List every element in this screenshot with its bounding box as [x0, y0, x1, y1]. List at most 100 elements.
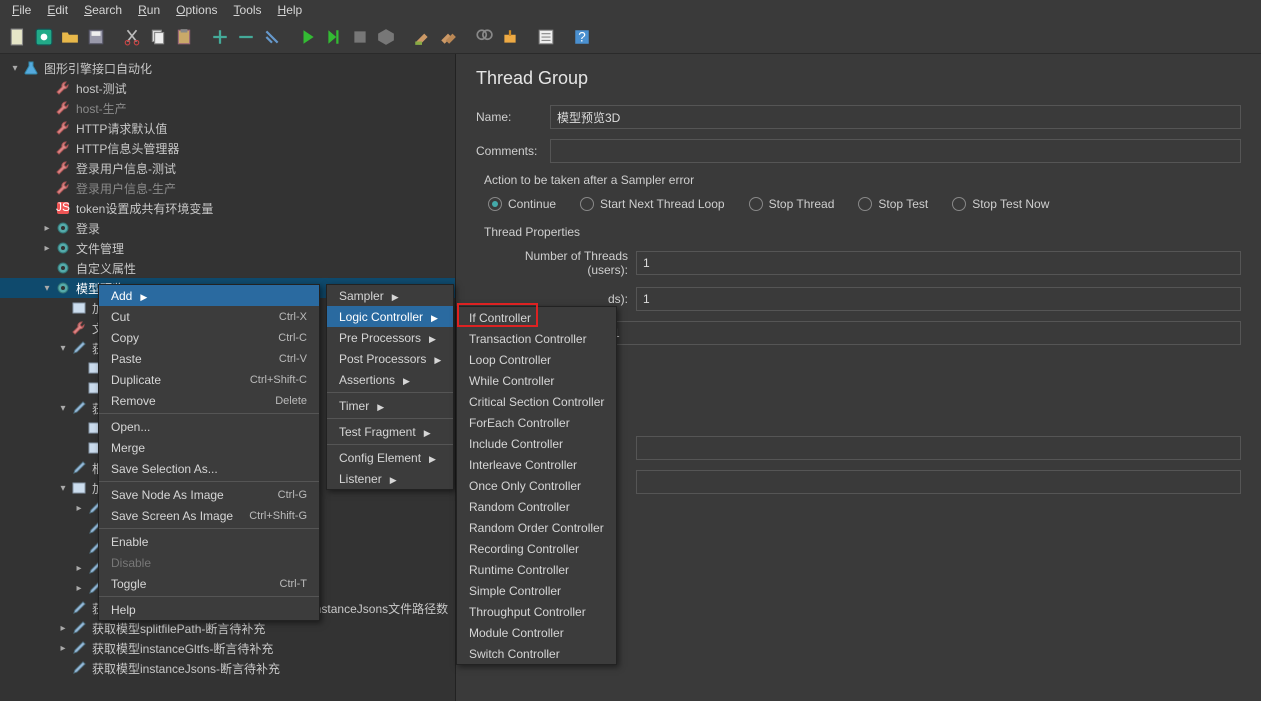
- logic-critical-section-controller[interactable]: Critical Section Controller: [457, 391, 616, 412]
- tree-item-28[interactable]: ▸获取模型instanceGltfs-断言待补充: [0, 638, 455, 658]
- ctx-disable[interactable]: Disable: [99, 552, 319, 573]
- logic-module-controller[interactable]: Module Controller: [457, 622, 616, 643]
- add-listener[interactable]: Listener: [327, 468, 453, 489]
- logic-if-controller[interactable]: If Controller: [457, 307, 616, 328]
- tree-item-9[interactable]: 自定义属性: [0, 258, 455, 278]
- templates-icon[interactable]: [32, 25, 56, 49]
- radio-continue[interactable]: Continue: [488, 197, 556, 211]
- menubar: FileEditSearchRunOptionsToolsHelp: [0, 0, 1261, 20]
- tree-item-5[interactable]: 登录用户信息-生产: [0, 178, 455, 198]
- add-sampler[interactable]: Sampler: [327, 285, 453, 306]
- ctx-save-selection-as-[interactable]: Save Selection As...: [99, 458, 319, 479]
- ctx-toggle[interactable]: ToggleCtrl-T: [99, 573, 319, 594]
- logic-while-controller[interactable]: While Controller: [457, 370, 616, 391]
- ctx-save-node-as-image[interactable]: Save Node As ImageCtrl-G: [99, 484, 319, 505]
- tree-item-2[interactable]: HTTP请求默认值: [0, 118, 455, 138]
- paste-icon[interactable]: [172, 25, 196, 49]
- save-icon[interactable]: [84, 25, 108, 49]
- radio-start-next-thread-loop[interactable]: Start Next Thread Loop: [580, 197, 725, 211]
- new-icon[interactable]: [6, 25, 30, 49]
- help-icon[interactable]: ?: [570, 25, 594, 49]
- copy-icon[interactable]: [146, 25, 170, 49]
- ctx-paste[interactable]: PasteCtrl-V: [99, 348, 319, 369]
- run-icon[interactable]: [296, 25, 320, 49]
- ctx-help[interactable]: Help: [99, 599, 319, 620]
- expand-icon[interactable]: [208, 25, 232, 49]
- tree-item-27[interactable]: ▸获取模型splitfilePath-断言待补充: [0, 618, 455, 638]
- logic-loop-controller[interactable]: Loop Controller: [457, 349, 616, 370]
- startup-delay-input[interactable]: [636, 470, 1241, 494]
- ctx-copy[interactable]: CopyCtrl-C: [99, 327, 319, 348]
- logic-random-controller[interactable]: Random Controller: [457, 496, 616, 517]
- ctx-enable[interactable]: Enable: [99, 531, 319, 552]
- logic-throughput-controller[interactable]: Throughput Controller: [457, 601, 616, 622]
- function-helper-icon[interactable]: [534, 25, 558, 49]
- reset-search-icon[interactable]: [498, 25, 522, 49]
- logic-runtime-controller[interactable]: Runtime Controller: [457, 559, 616, 580]
- tree-item-29[interactable]: 获取模型instanceJsons-断言待补充: [0, 658, 455, 678]
- tree-item-1[interactable]: host-生产: [0, 98, 455, 118]
- open-icon[interactable]: [58, 25, 82, 49]
- context-menu[interactable]: AddCutCtrl-XCopyCtrl-CPasteCtrl-VDuplica…: [98, 284, 320, 621]
- run-no-pause-icon[interactable]: [322, 25, 346, 49]
- tree-item-0[interactable]: host-测试: [0, 78, 455, 98]
- toggle-icon[interactable]: [260, 25, 284, 49]
- comments-input[interactable]: [550, 139, 1241, 163]
- shutdown-icon[interactable]: [374, 25, 398, 49]
- add-logic-controller[interactable]: Logic Controller: [327, 306, 453, 327]
- search-icon[interactable]: [472, 25, 496, 49]
- menu-run[interactable]: Run: [130, 1, 168, 19]
- name-input[interactable]: [550, 105, 1241, 129]
- ctx-open-[interactable]: Open...: [99, 416, 319, 437]
- tree-item-6[interactable]: JStoken设置成共有环境变量: [0, 198, 455, 218]
- logic-random-order-controller[interactable]: Random Order Controller: [457, 517, 616, 538]
- add-timer[interactable]: Timer: [327, 395, 453, 416]
- radio-stop-test-now[interactable]: Stop Test Now: [952, 197, 1049, 211]
- clear-icon[interactable]: [410, 25, 434, 49]
- tree-item-4[interactable]: 登录用户信息-测试: [0, 158, 455, 178]
- ctx-merge[interactable]: Merge: [99, 437, 319, 458]
- action-section-title: Action to be taken after a Sampler error: [484, 173, 1241, 187]
- logic-recording-controller[interactable]: Recording Controller: [457, 538, 616, 559]
- ctx-remove[interactable]: RemoveDelete: [99, 390, 319, 411]
- logic-switch-controller[interactable]: Switch Controller: [457, 643, 616, 664]
- add-assertions[interactable]: Assertions: [327, 369, 453, 390]
- menu-edit[interactable]: Edit: [39, 1, 76, 19]
- logic-simple-controller[interactable]: Simple Controller: [457, 580, 616, 601]
- tree-root[interactable]: ▾图形引擎接口自动化: [0, 58, 455, 78]
- stop-icon[interactable]: [348, 25, 372, 49]
- add-post-processors[interactable]: Post Processors: [327, 348, 453, 369]
- clear-all-icon[interactable]: [436, 25, 460, 49]
- tree-item-8[interactable]: ▸文件管理: [0, 238, 455, 258]
- ctx-save-screen-as-image[interactable]: Save Screen As ImageCtrl+Shift-G: [99, 505, 319, 526]
- collapse-icon[interactable]: [234, 25, 258, 49]
- ctx-duplicate[interactable]: DuplicateCtrl+Shift-C: [99, 369, 319, 390]
- duration-input[interactable]: [636, 436, 1241, 460]
- gear-icon: [54, 279, 72, 297]
- menu-file[interactable]: File: [4, 1, 39, 19]
- menu-tools[interactable]: Tools: [226, 1, 270, 19]
- cut-icon[interactable]: [120, 25, 144, 49]
- add-pre-processors[interactable]: Pre Processors: [327, 327, 453, 348]
- add-submenu[interactable]: SamplerLogic ControllerPre ProcessorsPos…: [326, 284, 454, 490]
- logic-controller-submenu[interactable]: If ControllerTransaction ControllerLoop …: [456, 306, 617, 665]
- ctx-add[interactable]: Add: [99, 285, 319, 306]
- menu-help[interactable]: Help: [270, 1, 311, 19]
- menu-options[interactable]: Options: [168, 1, 225, 19]
- ctx-cut[interactable]: CutCtrl-X: [99, 306, 319, 327]
- num-threads-input[interactable]: [636, 251, 1241, 275]
- add-test-fragment[interactable]: Test Fragment: [327, 421, 453, 442]
- logic-foreach-controller[interactable]: ForEach Controller: [457, 412, 616, 433]
- logic-transaction-controller[interactable]: Transaction Controller: [457, 328, 616, 349]
- radio-stop-test[interactable]: Stop Test: [858, 197, 928, 211]
- radio-stop-thread[interactable]: Stop Thread: [749, 197, 835, 211]
- logic-once-only-controller[interactable]: Once Only Controller: [457, 475, 616, 496]
- logic-interleave-controller[interactable]: Interleave Controller: [457, 454, 616, 475]
- add-config-element[interactable]: Config Element: [327, 447, 453, 468]
- tree-item-3[interactable]: HTTP信息头管理器: [0, 138, 455, 158]
- loop-count-input[interactable]: [606, 321, 1241, 345]
- ramp-up-input[interactable]: [636, 287, 1241, 311]
- logic-include-controller[interactable]: Include Controller: [457, 433, 616, 454]
- menu-search[interactable]: Search: [76, 1, 130, 19]
- tree-item-7[interactable]: ▸登录: [0, 218, 455, 238]
